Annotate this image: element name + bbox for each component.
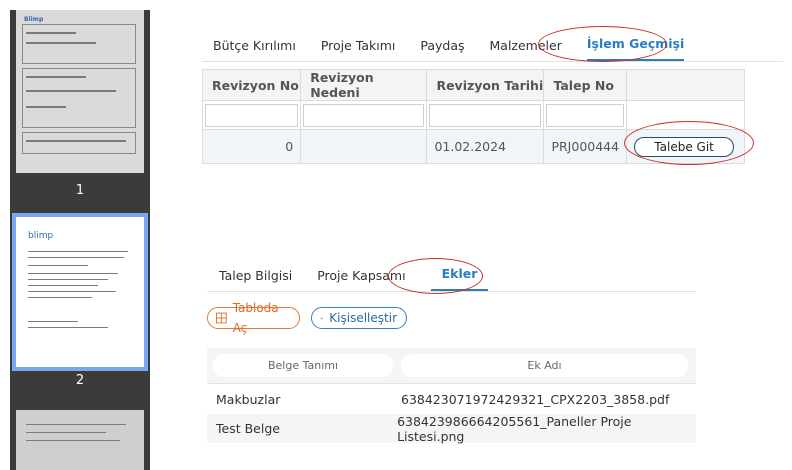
- cell-ek-adi[interactable]: 638423986664205561_Paneller Proje Listes…: [390, 414, 696, 444]
- filter-revizyon-no-input[interactable]: [205, 103, 299, 127]
- header-actions: [626, 69, 745, 101]
- attachments-header-row: Belge Tanımı Ek Adı: [207, 348, 696, 384]
- cell-talep-no: PRJ000444: [543, 129, 628, 164]
- table-row[interactable]: 0 01.02.2024 PRJ000444 Talebe Git: [201, 129, 745, 164]
- text-line: [26, 42, 96, 44]
- text-line: [26, 432, 106, 433]
- text-line: [26, 140, 126, 142]
- tabloda-ac-button[interactable]: Tabloda Aç: [207, 301, 300, 335]
- text-line: [28, 257, 124, 258]
- cell-action: Talebe Git: [626, 129, 745, 164]
- talebe-git-button[interactable]: Talebe Git: [634, 136, 735, 157]
- attachments-table: Belge Tanımı Ek Adı Makbuzlar 6384230719…: [207, 348, 696, 444]
- page-thumbnails-sidebar[interactable]: Blimp 1 blimp 2: [10, 10, 150, 470]
- text-line: [28, 291, 116, 292]
- filter-revizyon-nedeni-input[interactable]: [303, 103, 425, 127]
- bottom-tab-bar: Talep Bilgisi Proje Kapsamı Ekler: [207, 266, 696, 292]
- text-line: [26, 76, 86, 78]
- header-talep-no[interactable]: Talep No: [543, 69, 628, 101]
- cell-revizyon-tarihi: 01.02.2024: [426, 129, 545, 164]
- thumbnail-logo: Blimp: [24, 16, 44, 23]
- filter-talep-no-input[interactable]: [546, 103, 625, 127]
- text-line: [28, 327, 108, 328]
- filter-revizyon-tarihi-input[interactable]: [429, 103, 542, 127]
- text-line: [26, 440, 120, 441]
- form-block: [22, 24, 136, 64]
- cell-revizyon-no: 0: [201, 129, 302, 164]
- text-line: [26, 90, 116, 92]
- tab-paydas[interactable]: Paydaş: [420, 38, 464, 61]
- tab-proje-takimi[interactable]: Proje Takımı: [321, 38, 396, 61]
- filter-cell: [426, 100, 545, 130]
- tab-proje-kapsami[interactable]: Proje Kapsamı: [317, 268, 405, 291]
- filter-cell: [300, 100, 428, 130]
- kisisellestir-button[interactable]: Kişiselleştir: [311, 307, 407, 329]
- revision-history-table: Revizyon No Revizyon Nedeni Revizyon Tar…: [201, 69, 745, 164]
- filter-cell-empty: [626, 100, 745, 130]
- kisisellestir-label: Kişiselleştir: [329, 311, 397, 325]
- tab-islem-gecmisi[interactable]: İşlem Geçmişi: [586, 36, 685, 61]
- table-row[interactable]: Test Belge 638423986664205561_Paneller P…: [207, 414, 696, 444]
- filter-row: [201, 100, 745, 130]
- header-revizyon-tarihi[interactable]: Revizyon Tarihi: [426, 69, 545, 101]
- tab-butce-kirilimi[interactable]: Bütçe Kırılımı: [213, 38, 296, 61]
- thumbnail-logo: blimp: [28, 231, 54, 241]
- page-thumbnail-2[interactable]: blimp: [12, 213, 148, 371]
- cell-ek-adi[interactable]: 638423071972429321_CPX2203_3858.pdf: [394, 392, 669, 407]
- cell-revizyon-nedeni: [300, 129, 428, 164]
- tab-talep-bilgisi[interactable]: Talep Bilgisi: [219, 268, 292, 291]
- header-revizyon-nedeni[interactable]: Revizyon Nedeni: [300, 69, 428, 101]
- text-line: [28, 279, 108, 280]
- filter-cell: [543, 100, 628, 130]
- page-number-2: 2: [75, 373, 85, 388]
- text-line: [28, 297, 92, 298]
- app-window: Blimp 1 blimp 2 Bütçe Kırılımı Proje Tak…: [0, 0, 792, 470]
- text-line: [28, 285, 98, 286]
- header-ek-adi[interactable]: Ek Adı: [401, 354, 688, 377]
- cell-belge-tanimi: Makbuzlar: [216, 392, 281, 407]
- text-line: [28, 273, 118, 274]
- tabloda-ac-label: Tabloda Aç: [232, 301, 279, 335]
- text-line: [26, 32, 76, 34]
- text-line: [26, 106, 66, 108]
- gear-icon: [320, 316, 323, 320]
- page-thumbnail-1[interactable]: Blimp: [16, 10, 144, 173]
- table-row[interactable]: Makbuzlar 638423071972429321_CPX2203_385…: [207, 385, 696, 414]
- text-line: [28, 251, 128, 252]
- form-block: [22, 132, 136, 154]
- header-belge-tanimi[interactable]: Belge Tanımı: [213, 354, 393, 377]
- filter-cell: [201, 100, 302, 130]
- table-icon: [216, 312, 227, 324]
- page-number-1: 1: [75, 183, 85, 198]
- tab-malzemeler[interactable]: Malzemeler: [490, 38, 562, 61]
- top-tab-bar: Bütçe Kırılımı Proje Takımı Paydaş Malze…: [202, 35, 783, 62]
- text-line: [28, 321, 78, 322]
- page-thumbnail-3[interactable]: [16, 410, 144, 470]
- text-line: [26, 424, 126, 425]
- table-header-row: Revizyon No Revizyon Nedeni Revizyon Tar…: [201, 69, 745, 101]
- text-line: [28, 265, 88, 266]
- tab-ekler[interactable]: Ekler: [430, 266, 489, 291]
- cell-belge-tanimi: Test Belge: [216, 421, 280, 436]
- header-revizyon-no[interactable]: Revizyon No: [201, 69, 302, 101]
